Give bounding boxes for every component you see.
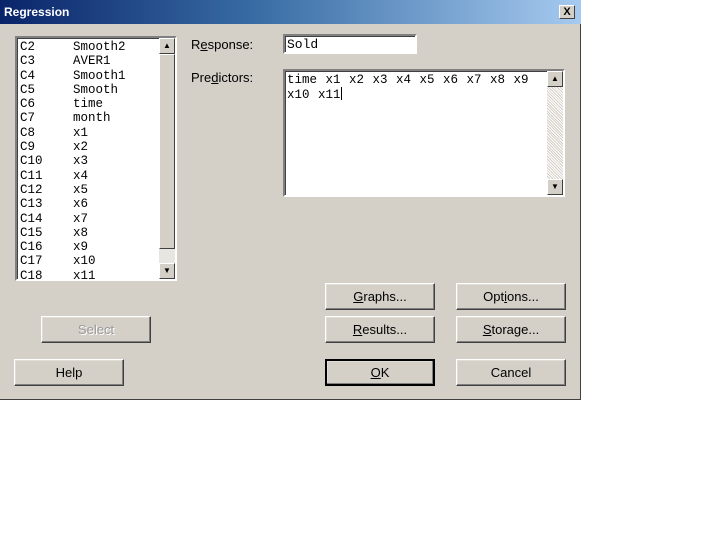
predictors-scroll-down-icon[interactable]: ▼ bbox=[547, 179, 563, 195]
variable-name: x6 bbox=[73, 197, 89, 212]
variable-list-item[interactable]: C3 AVER1 bbox=[20, 54, 160, 68]
variable-name: x7 bbox=[73, 211, 89, 226]
variable-name: x8 bbox=[73, 225, 89, 240]
predictors-label: Predictors: bbox=[191, 70, 254, 85]
column-id: C12 bbox=[20, 182, 43, 197]
variable-name: x4 bbox=[73, 168, 89, 183]
column-id: C9 bbox=[20, 140, 36, 155]
variable-name: x1 bbox=[73, 125, 89, 140]
column-id: C13 bbox=[20, 197, 43, 212]
column-id: C18 bbox=[20, 268, 43, 283]
title-bar[interactable]: Regression X bbox=[0, 0, 581, 24]
variable-list-item[interactable]: C6 time bbox=[20, 97, 160, 111]
variable-name: time bbox=[73, 97, 104, 112]
variable-list-item[interactable]: C11 x4 bbox=[20, 169, 160, 183]
graphs-button[interactable]: Graphs... bbox=[325, 283, 435, 310]
regression-dialog: Regression X C2 Smooth2 C3 AVER1 C4 Smooth1 C5… bbox=[0, 0, 581, 400]
variable-list-item[interactable]: C17 x10 bbox=[20, 254, 160, 268]
variable-list-item[interactable]: C9 x2 bbox=[20, 140, 160, 154]
select-button[interactable]: Select bbox=[41, 316, 151, 343]
variable-name: x3 bbox=[73, 154, 89, 169]
variable-list-item[interactable]: C16 x9 bbox=[20, 240, 160, 254]
column-id: C4 bbox=[20, 68, 36, 83]
help-button[interactable]: Help bbox=[14, 359, 124, 386]
variable-list-items: C2 Smooth2 C3 AVER1 C4 Smooth1 C5 Smooth C6 time C… bbox=[20, 40, 160, 283]
column-id: C17 bbox=[20, 254, 43, 269]
close-icon: X bbox=[563, 6, 571, 18]
column-id: C6 bbox=[20, 97, 36, 112]
variable-list[interactable]: C2 Smooth2 C3 AVER1 C4 Smooth1 C5 Smooth C6 time C… bbox=[15, 36, 177, 283]
variable-list-item[interactable]: C4 Smooth1 bbox=[20, 69, 160, 83]
scroll-thumb[interactable] bbox=[159, 54, 175, 249]
scroll-down-icon[interactable]: ▼ bbox=[159, 263, 175, 279]
variable-list-item[interactable]: C15 x8 bbox=[20, 226, 160, 240]
column-id: C3 bbox=[20, 54, 36, 69]
close-button[interactable]: X bbox=[559, 5, 575, 19]
variable-list-item[interactable]: C10 x3 bbox=[20, 154, 160, 168]
column-id: C16 bbox=[20, 240, 43, 255]
ok-button[interactable]: OK bbox=[325, 359, 435, 386]
variable-list-item[interactable]: C8 x1 bbox=[20, 126, 160, 140]
column-id: C8 bbox=[20, 125, 36, 140]
variable-name: x11 bbox=[73, 268, 96, 283]
predictors-scrollbar[interactable]: ▲ ▼ bbox=[547, 71, 563, 195]
variable-list-item[interactable]: C12 x5 bbox=[20, 183, 160, 197]
variable-list-scrollbar[interactable]: ▲ ▼ bbox=[159, 38, 175, 279]
variable-name: Smooth bbox=[73, 82, 119, 97]
variable-name: x9 bbox=[73, 240, 89, 255]
predictors-text: time x1 x2 x3 x4 x5 x6 x7 x8 x9 x10 x11 bbox=[287, 73, 529, 102]
variable-list-item[interactable]: C18 x11 bbox=[20, 269, 160, 283]
variable-list-item[interactable]: C5 Smooth bbox=[20, 83, 160, 97]
variable-list-item[interactable]: C2 Smooth2 bbox=[20, 40, 160, 54]
variable-name: Smooth1 bbox=[73, 68, 126, 83]
column-id: C10 bbox=[20, 154, 43, 169]
variable-name: Smooth2 bbox=[73, 40, 126, 54]
column-id: C7 bbox=[20, 111, 36, 126]
storage-button[interactable]: Storage... bbox=[456, 316, 566, 343]
column-id: C11 bbox=[20, 168, 43, 183]
results-button[interactable]: Results... bbox=[325, 316, 435, 343]
column-id: C2 bbox=[20, 40, 36, 54]
variable-name: AVER1 bbox=[73, 54, 111, 69]
variable-list-item[interactable]: C7 month bbox=[20, 111, 160, 125]
variable-name: x2 bbox=[73, 140, 89, 155]
cancel-button[interactable]: Cancel bbox=[456, 359, 566, 386]
scroll-up-icon[interactable]: ▲ bbox=[159, 38, 175, 54]
window-title: Regression bbox=[4, 5, 70, 19]
column-id: C5 bbox=[20, 82, 36, 97]
predictors-scroll-up-icon[interactable]: ▲ bbox=[547, 71, 563, 87]
variable-name: x10 bbox=[73, 254, 96, 269]
column-id: C15 bbox=[20, 225, 43, 240]
variable-name: month bbox=[73, 111, 111, 126]
column-id: C14 bbox=[20, 211, 43, 226]
variable-list-item[interactable]: C13 x6 bbox=[20, 197, 160, 211]
predictors-input[interactable]: time x1 x2 x3 x4 x5 x6 x7 x8 x9 x10 x11 … bbox=[283, 69, 565, 197]
response-value: Sold bbox=[287, 37, 319, 52]
variable-list-item[interactable]: C14 x7 bbox=[20, 212, 160, 226]
variable-name: x5 bbox=[73, 182, 89, 197]
options-button[interactable]: Options... bbox=[456, 283, 566, 310]
response-label: Response: bbox=[191, 37, 254, 52]
text-caret bbox=[340, 87, 342, 100]
response-input[interactable]: Sold bbox=[283, 34, 417, 54]
